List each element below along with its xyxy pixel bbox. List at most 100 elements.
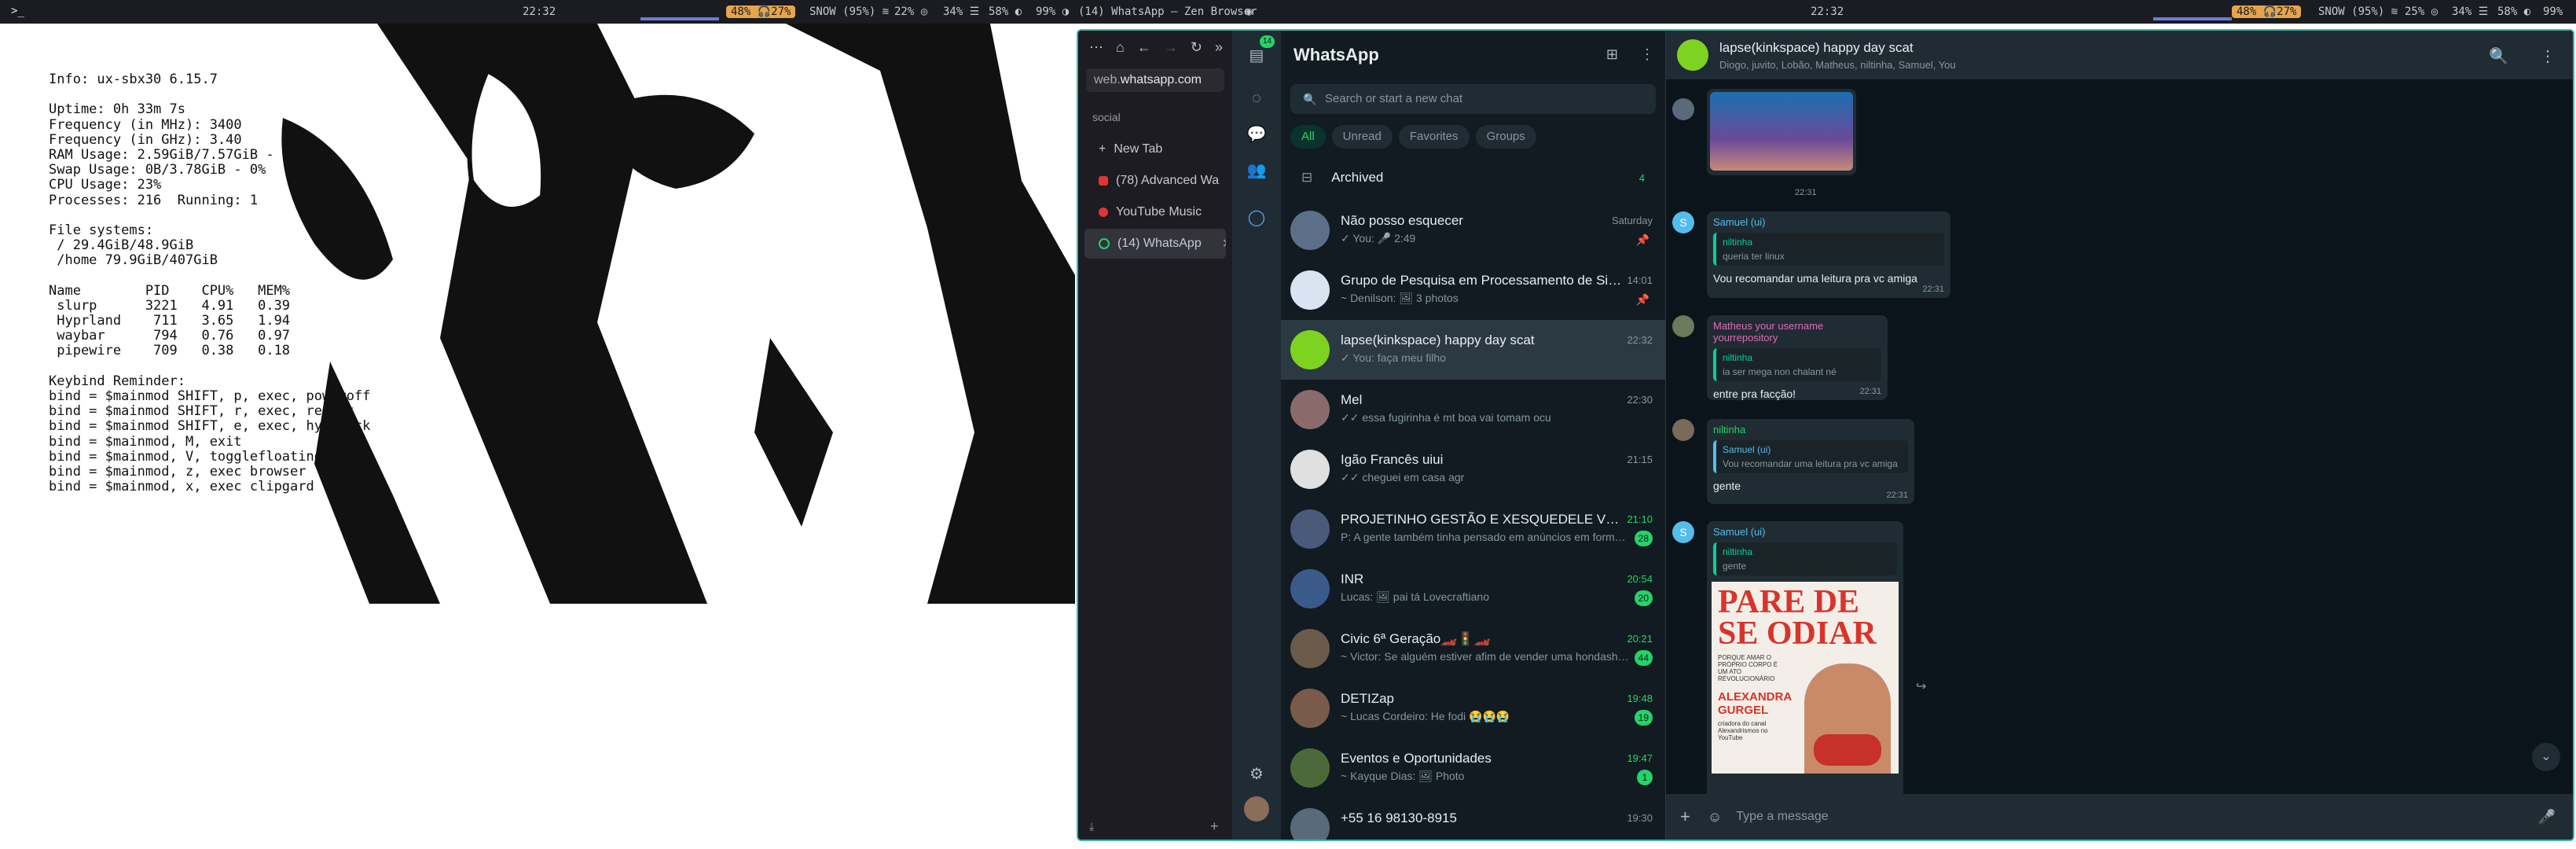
chat-preview: ✓ You: 🎤 2:49	[1341, 232, 1416, 244]
forward-icon[interactable]: →	[1164, 39, 1178, 56]
chat-preview: P: A gente também tinha pensado em anúnc…	[1341, 531, 1626, 543]
forward-icon[interactable]: ↪	[1916, 678, 1926, 694]
meta-ai-icon[interactable]: ◯	[1244, 205, 1269, 230]
communities-icon[interactable]: 👥	[1244, 158, 1269, 183]
chat-avatar[interactable]	[1290, 509, 1330, 549]
message-bubble[interactable]: Matheus your username yourrepository nil…	[1707, 315, 1888, 400]
search-input[interactable]: 🔍 Search or start a new chat	[1290, 84, 1656, 114]
avatar[interactable]	[1672, 98, 1694, 120]
message-bubble[interactable]: niltinha Samuel (ui) Vou recomandar uma l…	[1707, 419, 1914, 504]
add-icon[interactable]: +	[1210, 818, 1219, 835]
shared-photo[interactable]	[1710, 92, 1853, 171]
avatar[interactable]: S	[1672, 521, 1694, 543]
workspace-indicator[interactable]	[640, 17, 719, 20]
tab-youtube-music[interactable]: YouTube Music	[1084, 197, 1226, 227]
chat-row[interactable]: +55 16 98130-8915 19:30	[1281, 798, 1665, 840]
quoted-message[interactable]: niltinha gente	[1713, 542, 1897, 575]
chat-name: Mel	[1341, 392, 1363, 407]
close-tab-icon[interactable]: ✕	[1222, 236, 1226, 252]
quoted-message[interactable]: Samuel (ui) Vou recomandar uma leitura pr…	[1713, 440, 1908, 473]
microphone-icon[interactable]: 🎤	[2538, 809, 2556, 825]
more-icon[interactable]: ⋯	[1089, 39, 1103, 56]
network-indicator[interactable]: SNOW (95%) ≋	[809, 6, 889, 18]
chat-name: +55 16 98130-8915	[1341, 810, 1457, 825]
menu-icon[interactable]: ⋮	[2540, 46, 2556, 66]
quoted-message[interactable]: niltinha ia ser mega non chalant né	[1713, 348, 1881, 381]
chat-avatar[interactable]	[1290, 270, 1330, 310]
url-bar[interactable]: web.whatsapp.com	[1086, 68, 1224, 92]
chat-row-body: INR 20:54 Lucas: 🖼 pai tá Lovecraftiano 20	[1341, 568, 1656, 609]
chat-row[interactable]: PROJETINHO GESTÃO E XESQUEDELE V1.2 21:10…	[1281, 499, 1665, 559]
chats-icon[interactable]: ▤ 14	[1244, 35, 1275, 68]
filter-favorites[interactable]: Favorites	[1398, 125, 1470, 149]
terminal-line: Swap Usage: 0B/3.78GiB - 0%	[49, 162, 266, 178]
sticker-icon[interactable]: ☺	[1708, 809, 1722, 825]
avatar[interactable]	[1672, 315, 1694, 337]
cpu-indicator: 25% ◎	[2405, 6, 2438, 18]
archived-row[interactable]: ⊟ Archived 4	[1281, 155, 1665, 200]
quoted-message[interactable]: niltinha queria ter linux	[1713, 233, 1944, 266]
new-tab-button[interactable]: + New Tab	[1084, 134, 1226, 164]
tab-whatsapp[interactable]: (14) WhatsApp✕	[1084, 229, 1226, 259]
search-icon[interactable]: 🔍	[2489, 46, 2508, 66]
chat-avatar[interactable]	[1290, 689, 1330, 728]
chat-row[interactable]: Não posso esquecer Saturday ✓ You: 🎤 2:49 📌	[1281, 200, 1665, 260]
workspace-indicator[interactable]	[2153, 17, 2232, 20]
terminal-line: Hyprland 711 3.65 1.94	[49, 313, 291, 329]
terminal-line: bind = $mainmod SHIFT, p, exec, poweroff	[49, 388, 371, 404]
expand-icon[interactable]: »	[1215, 39, 1223, 56]
chat-avatar[interactable]	[1290, 390, 1330, 429]
chat-row[interactable]: INR 20:54 Lucas: 🖼 pai tá Lovecraftiano 20	[1281, 559, 1665, 619]
home-icon[interactable]: ⌂	[1116, 39, 1125, 56]
book-cover[interactable]: PARE DE SE ODIAR PORQUE AMAR O PRÓPRIO C…	[1712, 582, 1899, 774]
chat-preview: ✓ You: faça meu filho	[1341, 351, 1446, 364]
new-chat-icon[interactable]: ⊞	[1606, 46, 1618, 63]
network-indicator[interactable]: SNOW (95%) ≋	[2318, 6, 2398, 18]
image-message[interactable]: Samuel (ui) niltinha gente PARE DE SE ODI…	[1707, 521, 1903, 820]
chat-avatar[interactable]	[1290, 808, 1330, 840]
tab-advanced-whatsapp[interactable]: (78) Advanced Wa	[1084, 166, 1226, 196]
profile-avatar[interactable]	[1244, 796, 1269, 821]
reload-icon[interactable]: ↻	[1191, 39, 1202, 56]
conversation-header[interactable]: lapse(kinkspace) happy day scat Diogo, j…	[1666, 31, 2573, 79]
filter-all[interactable]: All	[1290, 125, 1326, 149]
message-input[interactable]: Type a message	[1736, 810, 2537, 824]
chat-row[interactable]: Eventos e Oportunidades 19:47 ~ Kayque Dia…	[1281, 738, 1665, 798]
chat-row[interactable]: Civic 6ª Geração🏎️🚦🏎️ 20:21 ~ Victor: Se a…	[1281, 619, 1665, 678]
settings-icon[interactable]: ⚙	[1244, 762, 1269, 787]
chat-row[interactable]: DETIZap 19:48 ~ Lucas Cordeiro: He fodi 😭😭…	[1281, 678, 1665, 738]
chat-row[interactable]: Grupo de Pesquisa em Processamento de Si…	[1281, 260, 1665, 320]
terminal-line: bind = $mainmod, M, exit	[49, 433, 242, 450]
chat-avatar[interactable]	[1290, 450, 1330, 489]
chat-row[interactable]: Igão Francês uiui 21:15 ✓✓ cheguei em casa…	[1281, 439, 1665, 499]
chat-avatar[interactable]	[1290, 330, 1330, 369]
chat-avatar[interactable]	[1290, 629, 1330, 668]
chat-name: Igão Francês uiui	[1341, 452, 1444, 467]
avatar[interactable]	[1672, 419, 1694, 441]
chat-avatar[interactable]	[1290, 211, 1330, 250]
filter-unread[interactable]: Unread	[1331, 125, 1393, 149]
channels-icon[interactable]: 💬	[1244, 122, 1269, 147]
avatar[interactable]: S	[1672, 211, 1694, 233]
chat-avatar[interactable]	[1290, 569, 1330, 608]
attach-icon[interactable]: +	[1680, 807, 1690, 827]
terminal-line: slurp 3221 4.91 0.39	[49, 297, 291, 314]
chat-row[interactable]: lapse(kinkspace) happy day scat 22:32 ✓ Yo…	[1281, 320, 1665, 380]
chat-avatar[interactable]	[1290, 748, 1330, 788]
group-avatar[interactable]	[1677, 39, 1708, 71]
conversation-members: Diogo, juvito, Lobão, Matheus, niltinha,…	[1719, 58, 1956, 71]
chat-time: Saturday	[1611, 215, 1653, 226]
terminal-icon[interactable]: >_	[11, 5, 24, 17]
download-icon[interactable]: ⤓	[1089, 820, 1094, 833]
chat-name: lapse(kinkspace) happy day scat	[1341, 333, 1535, 347]
message-bubble[interactable]: Samuel (ui) niltinha queria ter linux Vou…	[1707, 211, 1950, 298]
filter-groups[interactable]: Groups	[1475, 125, 1536, 149]
terminal-line: / 29.4GiB/48.9GiB	[49, 237, 194, 254]
menu-icon[interactable]: ⋮	[1640, 46, 1654, 63]
scroll-down-button[interactable]: ⌄	[2532, 743, 2560, 771]
photo-message[interactable]	[1707, 89, 1856, 175]
status-icon[interactable]: ◌	[1244, 86, 1269, 111]
archived-count: 4	[1638, 171, 1645, 184]
chat-row[interactable]: Mel 22:30 ✓✓ essa fugirinha é mt boa vai t…	[1281, 380, 1665, 439]
back-icon[interactable]: ←	[1137, 39, 1151, 56]
